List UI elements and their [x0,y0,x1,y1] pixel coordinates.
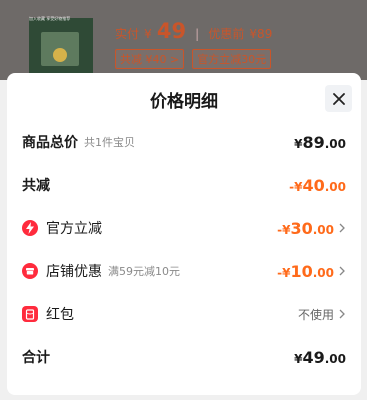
paid-value: 49 [156,19,187,43]
shop-discount-amount: -¥10.00 [277,261,334,281]
sheet-title: 价格明细 [150,92,218,112]
close-icon [332,92,345,105]
lightning-icon [22,220,38,236]
total-reduce-amount: -¥40.00 [289,175,346,195]
paid-yen: ¥ [144,27,152,41]
background-product-card: 加入收藏 享受好物推荐 实付 ¥ 49 | 优惠前 ¥89 共减 ¥40 > 官… [0,0,367,80]
shop-discount-label: 店铺优惠 [46,264,102,280]
price-separator: | [195,27,200,41]
total-discount-pill: 共减 ¥40 > [115,49,185,69]
chevron-right-icon [339,266,345,276]
thumbnail-caption: 加入收藏 享受好物推荐 [29,16,71,21]
sum-label: 合计 [22,350,50,366]
chevron-right-icon [339,309,345,319]
red-packet-value: 不使用 [297,307,334,322]
goods-total-label: 商品总价 [22,135,78,151]
original-label: 优惠前 [208,27,245,41]
official-discount-label: 官方立减 [46,221,102,237]
total-reduce-row: 共减 -¥40.00 [22,174,346,196]
background-price: 实付 ¥ 49 | 优惠前 ¥89 [115,19,272,43]
product-image-detail [53,48,67,62]
red-packet-row[interactable]: 红包 不使用 [22,303,346,325]
goods-total-amount: ¥89.00 [294,132,346,152]
shop-discount-rule: 满59元减10元 [108,265,180,278]
shop-discount-row[interactable]: 店铺优惠 满59元减10元 -¥10.00 [22,260,346,282]
original-price: ¥89 [249,27,273,41]
sum-amount: ¥49.00 [294,347,346,367]
discount-pills: 共减 ¥40 > 官方立减30元 [115,49,272,69]
official-discount-pill: 官方立减30元 [192,49,272,69]
chevron-right-icon [339,223,345,233]
official-discount-row[interactable]: 官方立减 -¥30.00 [22,217,346,239]
shop-icon [22,263,38,279]
goods-count: 共1件宝贝 [84,136,135,149]
total-reduce-label: 共减 [22,178,50,194]
red-packet-icon [22,306,38,322]
sum-row: 合计 ¥49.00 [22,346,346,368]
goods-total-row: 商品总价 共1件宝贝 ¥89.00 [22,131,346,153]
official-discount-amount: -¥30.00 [277,218,334,238]
price-detail-sheet: 价格明细 商品总价 共1件宝贝 ¥89.00 共减 -¥40.00 官方立减 -… [7,73,361,395]
paid-label: 实付 [115,27,140,41]
close-button[interactable] [325,85,352,112]
red-packet-label: 红包 [46,307,74,323]
